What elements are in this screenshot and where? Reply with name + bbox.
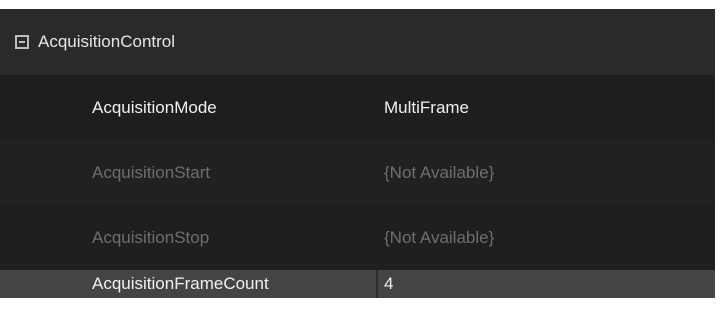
- property-row-acquisition-stop: AcquisitionStop {Not Available}: [0, 205, 715, 270]
- property-value[interactable]: MultiFrame: [384, 75, 469, 140]
- category-label: AcquisitionControl: [38, 32, 176, 51]
- category-row-acquisition-control[interactable]: AcquisitionControl: [0, 9, 715, 75]
- property-row-acquisition-frame-count[interactable]: AcquisitionFrameCount 4: [0, 270, 715, 298]
- property-value: {Not Available}: [384, 163, 495, 182]
- property-row-acquisition-start: AcquisitionStart {Not Available}: [0, 140, 715, 205]
- property-value: {Not Available}: [384, 228, 495, 247]
- column-divider: [376, 270, 378, 298]
- property-grid: AcquisitionControl AcquisitionMode Multi…: [0, 9, 715, 298]
- property-row-acquisition-mode[interactable]: AcquisitionMode MultiFrame: [0, 75, 715, 140]
- screenshot-frame: AcquisitionControl AcquisitionMode Multi…: [0, 0, 727, 329]
- property-name: AcquisitionFrameCount: [92, 274, 269, 293]
- property-name: AcquisitionStop: [92, 228, 210, 247]
- property-value-input[interactable]: 4: [384, 270, 393, 298]
- property-name: AcquisitionStart: [92, 163, 211, 182]
- property-name: AcquisitionMode: [92, 98, 217, 117]
- collapse-minus-icon[interactable]: [15, 35, 29, 49]
